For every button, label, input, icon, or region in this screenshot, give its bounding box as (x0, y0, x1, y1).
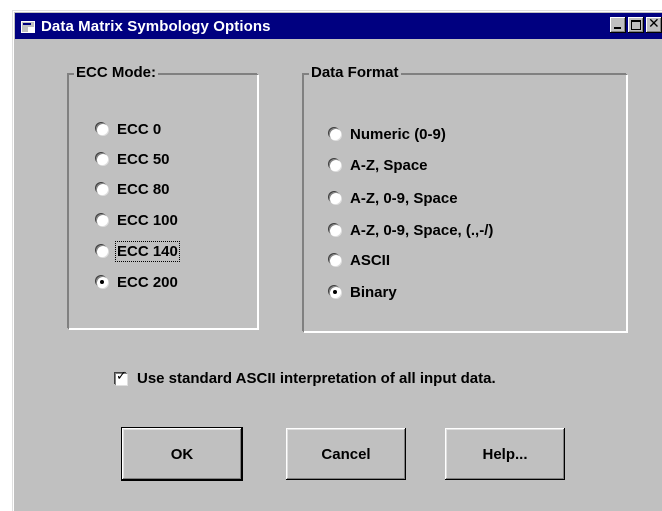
radio-label: A-Z, 0-9, Space (350, 189, 458, 207)
title-bar[interactable]: Data Matrix Symbology Options ✕ (15, 13, 662, 39)
window-menu-icon[interactable] (20, 19, 36, 33)
help-button[interactable]: Help... (445, 428, 565, 480)
radio-button[interactable] (329, 128, 341, 140)
ascii-interpretation-label[interactable]: Use standard ASCII interpretation of all… (137, 370, 496, 387)
radio-label: ECC 50 (117, 150, 170, 168)
radio-button[interactable] (96, 153, 108, 165)
ecc-option-200[interactable]: ECC 200 (96, 272, 178, 292)
ok-button[interactable]: OK (122, 428, 242, 480)
radio-button[interactable] (329, 224, 341, 236)
radio-label: ECC 200 (117, 273, 178, 291)
format-option-az-09-space[interactable]: A-Z, 0-9, Space (329, 188, 458, 208)
data-format-group: Data Format Numeric (0-9) A-Z, Space A-Z… (303, 64, 627, 332)
radio-label: ECC 0 (117, 120, 162, 138)
ecc-mode-legend: ECC Mode: (74, 64, 158, 82)
window-title: Data Matrix Symbology Options (41, 17, 271, 35)
close-icon[interactable]: ✕ (646, 16, 662, 33)
minimize-icon[interactable] (610, 17, 626, 33)
radio-label: Binary (350, 283, 397, 301)
cancel-button[interactable]: Cancel (286, 428, 406, 480)
data-format-legend: Data Format (309, 64, 401, 82)
radio-button[interactable] (329, 159, 341, 171)
format-option-az-09-space-punct[interactable]: A-Z, 0-9, Space, (.,-/) (329, 220, 493, 240)
format-option-ascii[interactable]: ASCII (329, 250, 390, 270)
radio-button[interactable] (329, 254, 341, 266)
format-option-az-space[interactable]: A-Z, Space (329, 155, 428, 175)
radio-label: ECC 80 (117, 180, 170, 198)
radio-button[interactable] (96, 214, 108, 226)
ecc-option-140[interactable]: ECC 140 (96, 240, 180, 262)
ecc-option-50[interactable]: ECC 50 (96, 149, 170, 169)
radio-label: ASCII (350, 251, 391, 269)
ecc-option-100[interactable]: ECC 100 (96, 210, 178, 230)
radio-button[interactable] (329, 286, 341, 298)
format-option-numeric[interactable]: Numeric (0-9) (329, 124, 446, 144)
ecc-option-0[interactable]: ECC 0 (96, 119, 161, 139)
radio-label: A-Z, Space (350, 156, 428, 174)
radio-button[interactable] (96, 123, 108, 135)
radio-button[interactable] (329, 192, 341, 204)
radio-button[interactable] (96, 183, 108, 195)
radio-label: ECC 140 (115, 240, 180, 262)
radio-button[interactable] (96, 276, 108, 288)
format-option-binary[interactable]: Binary (329, 282, 397, 302)
radio-label: ECC 100 (117, 211, 178, 229)
radio-label: Numeric (0-9) (350, 125, 446, 143)
ecc-option-80[interactable]: ECC 80 (96, 179, 170, 199)
checkmark-icon: ✓ (116, 369, 127, 384)
ecc-mode-group: ECC Mode: ECC 0 ECC 50 ECC 80 ECC 100 EC… (68, 64, 258, 329)
radio-label: A-Z, 0-9, Space, (.,-/) (350, 221, 494, 239)
dialog-window: Data Matrix Symbology Options ✕ ECC Mode… (12, 10, 662, 511)
radio-button[interactable] (96, 245, 108, 257)
ascii-interpretation-checkbox[interactable]: ✓ (115, 369, 127, 385)
maximize-icon[interactable] (628, 17, 644, 33)
